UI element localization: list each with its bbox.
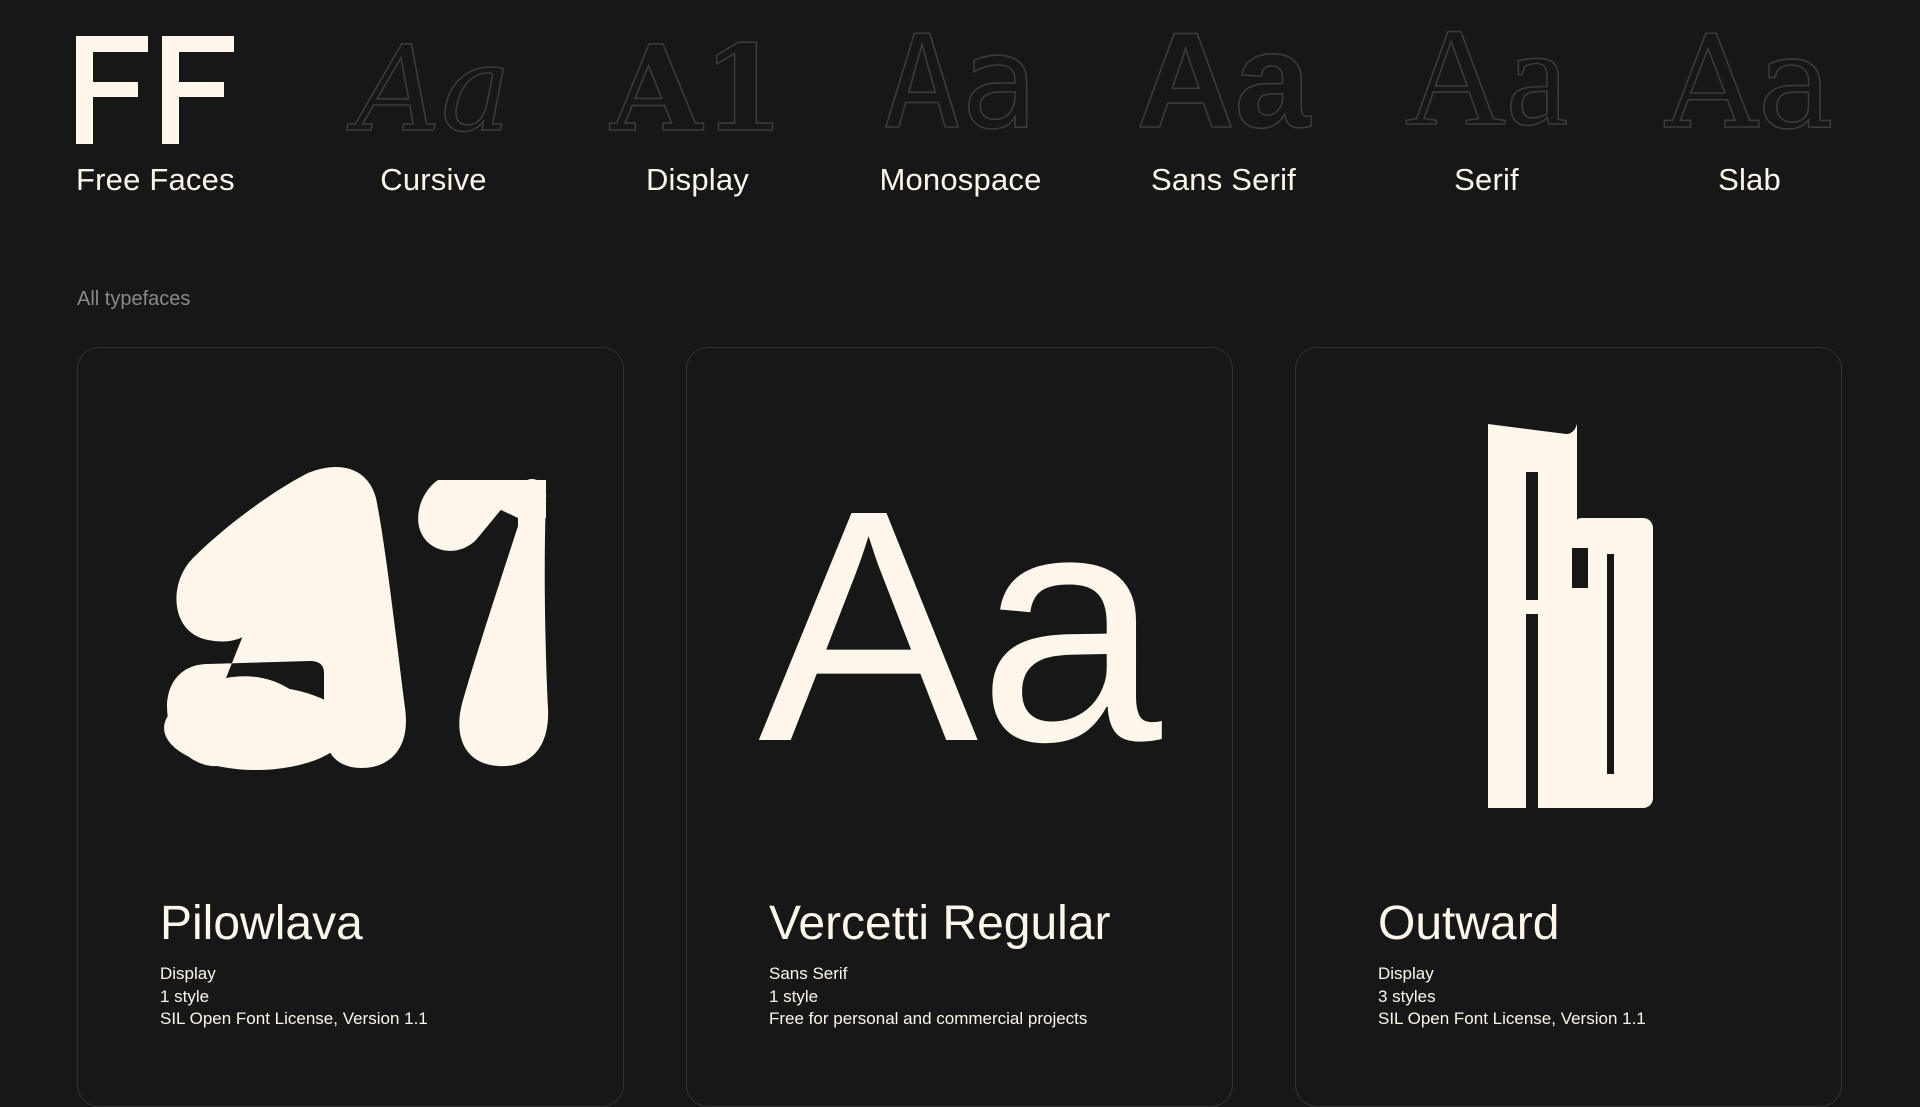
typeface-card-pilowlava[interactable]: Pilowlava Display 1 style SIL Open Font … — [77, 347, 624, 1107]
typeface-category: Display — [1378, 964, 1434, 983]
typeface-name: Outward — [1378, 897, 1560, 950]
monospace-glyph-icon: Aa — [883, 9, 1039, 158]
sans-serif-glyph-icon: Aa — [1136, 4, 1311, 156]
brand-label: Free Faces — [76, 162, 235, 197]
category-label: Sans Serif — [1150, 162, 1296, 197]
category-label: Display — [645, 162, 750, 197]
typeface-styles: 1 style — [769, 987, 819, 1006]
category-label: Cursive — [380, 162, 487, 197]
slab-glyph-icon: Aa — [1664, 9, 1834, 158]
svg-text:Aa: Aa — [758, 441, 1164, 810]
typeface-license: Free for personal and commercial project… — [769, 1009, 1088, 1028]
category-label: Slab — [1718, 162, 1781, 197]
section-title: All typefaces — [77, 288, 191, 310]
typeface-name: Vercetti Regular — [769, 897, 1111, 950]
cursive-glyph-icon: Aa — [355, 20, 512, 158]
category-sans-serif[interactable]: Aa Sans Serif — [1092, 4, 1355, 208]
pilowlava-preview — [164, 466, 549, 770]
typeface-category: Display — [160, 964, 216, 983]
category-display[interactable]: A1 Display — [566, 28, 829, 208]
typeface-card-vercetti-regular[interactable]: Aa Vercetti Regular Sans Serif 1 style F… — [686, 347, 1233, 1107]
typeface-card-outward[interactable]: Outward Display 3 styles SIL Open Font L… — [1295, 347, 1842, 1107]
category-nav: Free Faces Aa Cursive A1 Display Aa Mono… — [0, 0, 1920, 220]
brand-home-link[interactable]: Free Faces — [76, 28, 339, 208]
typeface-category: Sans Serif — [769, 964, 848, 983]
ff-logo — [76, 36, 234, 144]
vercetti-preview: Aa — [758, 441, 1164, 810]
category-cursive[interactable]: Aa Cursive — [302, 28, 565, 208]
category-serif[interactable]: Aa Serif — [1355, 0, 1618, 208]
category-label: Monospace — [879, 162, 1042, 197]
category-slab[interactable]: Aa Slab — [1618, 9, 1881, 208]
outward-preview — [1488, 424, 1653, 808]
category-monospace[interactable]: Aa Monospace — [829, 9, 1092, 208]
serif-glyph-icon: Aa — [1404, 0, 1569, 155]
display-glyph-icon: A1 — [610, 19, 785, 158]
typeface-name: Pilowlava — [160, 897, 363, 950]
typeface-styles: 1 style — [160, 987, 210, 1006]
typeface-styles: 3 styles — [1378, 987, 1436, 1006]
category-label: Serif — [1454, 162, 1519, 197]
typeface-license: SIL Open Font License, Version 1.1 — [1378, 1009, 1646, 1028]
typeface-license: SIL Open Font License, Version 1.1 — [160, 1009, 428, 1028]
